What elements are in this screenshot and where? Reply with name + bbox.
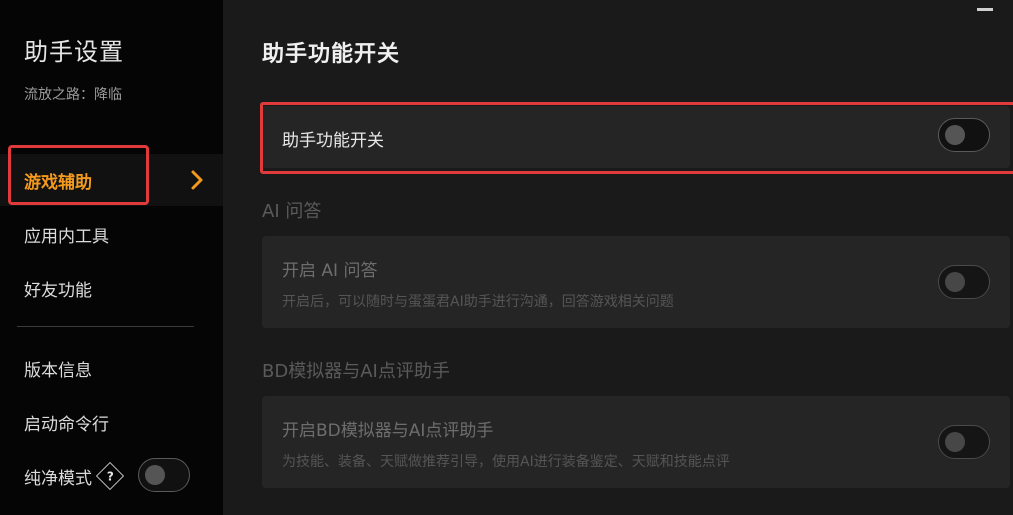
sidebar-item-game-assist[interactable]: 游戏辅助 (0, 154, 223, 206)
bd-simulator-card: 开启BD模拟器与AI点评助手 为技能、装备、天赋做推荐引导，使用AI进行装备鉴定… (262, 396, 1010, 488)
page-title: 助手功能开关 (262, 42, 401, 67)
toggle-knob (145, 465, 165, 485)
pure-mode-toggle[interactable] (138, 458, 190, 492)
minimize-icon[interactable] (977, 8, 993, 11)
master-toggle-label: 助手功能开关 (282, 131, 384, 151)
sidebar-item-friends[interactable]: 好友功能 (0, 262, 223, 314)
ai-qa-label: 开启 AI 问答 (282, 261, 378, 281)
sidebar: 助手设置 流放之路：降临 游戏辅助 应用内工具 好友功能 版本信息 启动命令行 … (0, 0, 223, 515)
sidebar-divider (17, 326, 194, 327)
chevron-right-icon (191, 170, 203, 190)
toggle-knob (945, 432, 965, 452)
sidebar-item-label: 版本信息 (24, 360, 92, 381)
sidebar-item-label: 游戏辅助 (24, 172, 92, 193)
section-title-ai-qa: AI 问答 (262, 201, 322, 222)
section-title-bd-simulator: BD模拟器与AI点评助手 (262, 361, 450, 382)
sidebar-item-version-info[interactable]: 版本信息 (0, 342, 223, 394)
bd-simulator-description: 为技能、装备、天赋做推荐引导，使用AI进行装备鉴定、天赋和技能点评 (282, 454, 730, 470)
sidebar-item-in-app-tools[interactable]: 应用内工具 (0, 208, 223, 260)
toggle-knob (945, 272, 965, 292)
help-diamond-icon[interactable]: ? (95, 461, 125, 491)
sidebar-item-label: 纯净模式 (24, 468, 92, 489)
bd-simulator-label: 开启BD模拟器与AI点评助手 (282, 421, 494, 441)
master-toggle-card: 助手功能开关 (262, 106, 1010, 168)
master-toggle[interactable] (938, 118, 990, 152)
sidebar-item-label: 启动命令行 (24, 414, 109, 435)
sidebar-title: 助手设置 (24, 38, 124, 66)
bd-simulator-toggle[interactable] (938, 425, 990, 459)
ai-qa-card: 开启 AI 问答 开启后，可以随时与蛋蛋君AI助手进行沟通，回答游戏相关问题 (262, 236, 1010, 328)
sidebar-item-label: 好友功能 (24, 280, 92, 301)
main-panel: 助手功能开关 助手功能开关 AI 问答 开启 AI 问答 开启后，可以随时与蛋蛋… (223, 0, 1013, 515)
sidebar-item-label: 应用内工具 (24, 226, 109, 247)
sidebar-item-launch-command[interactable]: 启动命令行 (0, 396, 223, 448)
ai-qa-description: 开启后，可以随时与蛋蛋君AI助手进行沟通，回答游戏相关问题 (282, 294, 674, 310)
ai-qa-toggle[interactable] (938, 265, 990, 299)
toggle-knob (945, 125, 965, 145)
game-name: 流放之路：降临 (24, 87, 122, 103)
